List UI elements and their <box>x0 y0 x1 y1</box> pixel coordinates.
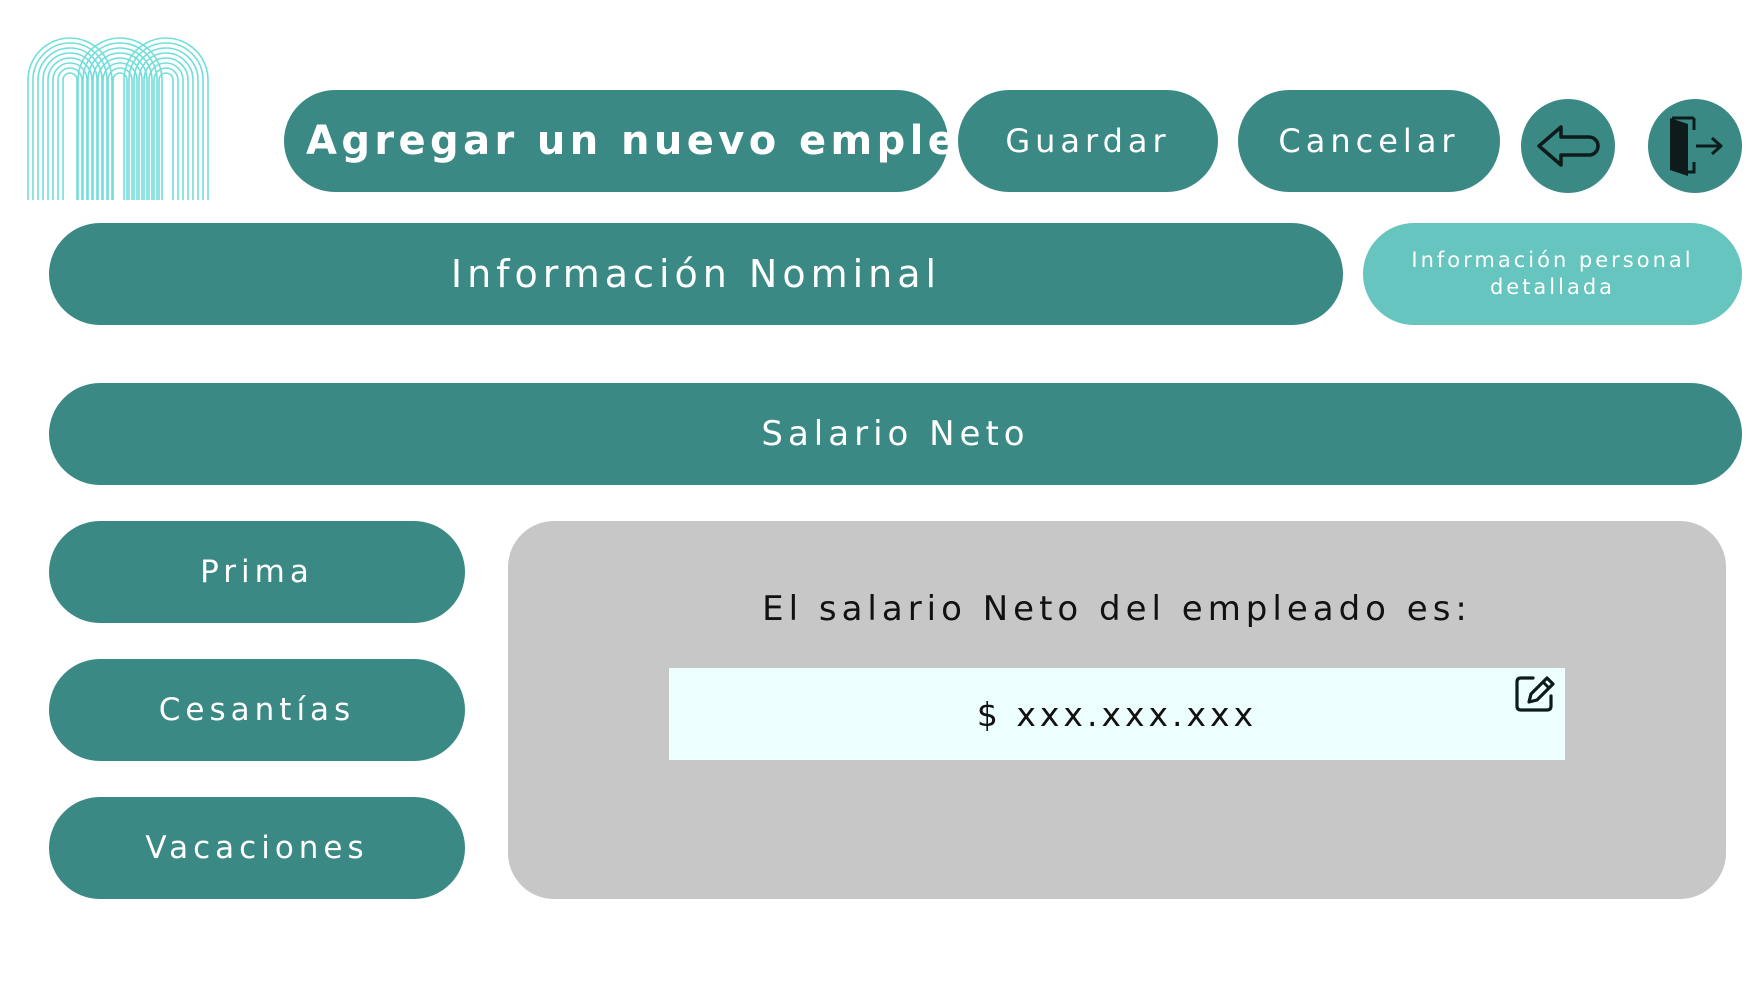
section-title-salario-neto: Salario Neto <box>49 383 1742 485</box>
page-title-label: Agregar un nuevo empleado <box>306 118 1056 164</box>
cancel-button-label: Cancelar <box>1278 122 1460 160</box>
tab-informacion-nominal[interactable]: Información Nominal <box>49 223 1343 325</box>
arrow-left-icon <box>1537 125 1600 167</box>
edit-icon[interactable] <box>1513 674 1557 714</box>
tab-informacion-personal-label-line1: Información personal <box>1411 248 1694 272</box>
section-title-label: Salario Neto <box>761 414 1030 454</box>
cancel-button[interactable]: Cancelar <box>1238 90 1500 192</box>
sidebar-item-vacaciones[interactable]: Vacaciones <box>49 797 465 899</box>
save-button-label: Guardar <box>1005 122 1171 160</box>
exit-button[interactable] <box>1648 99 1742 193</box>
sidebar-item-prima[interactable]: Prima <box>49 521 465 623</box>
tab-informacion-personal-label-line2: detallada <box>1489 275 1616 299</box>
logo <box>26 22 210 200</box>
result-panel: El salario Neto del empleado es: $ xxx.x… <box>508 521 1726 899</box>
page-title: Agregar un nuevo empleado <box>284 90 1051 192</box>
exit-door-icon <box>1670 116 1723 176</box>
sidebar-item-cesantias[interactable]: Cesantías <box>49 659 465 761</box>
tab-informacion-nominal-label: Información Nominal <box>450 252 942 296</box>
sidebar-item-label: Vacaciones <box>145 830 369 866</box>
result-label: El salario Neto del empleado es: <box>762 589 1472 629</box>
salary-value: $ xxx.xxx.xxx <box>976 694 1258 734</box>
salary-value-field[interactable]: $ xxx.xxx.xxx <box>669 668 1565 760</box>
back-button[interactable] <box>1521 99 1615 193</box>
save-button[interactable]: Guardar <box>958 90 1218 192</box>
sidebar-item-label: Prima <box>200 554 314 590</box>
sidebar-item-label: Cesantías <box>158 692 356 728</box>
tab-informacion-personal[interactable]: Información personal detallada <box>1363 223 1742 325</box>
